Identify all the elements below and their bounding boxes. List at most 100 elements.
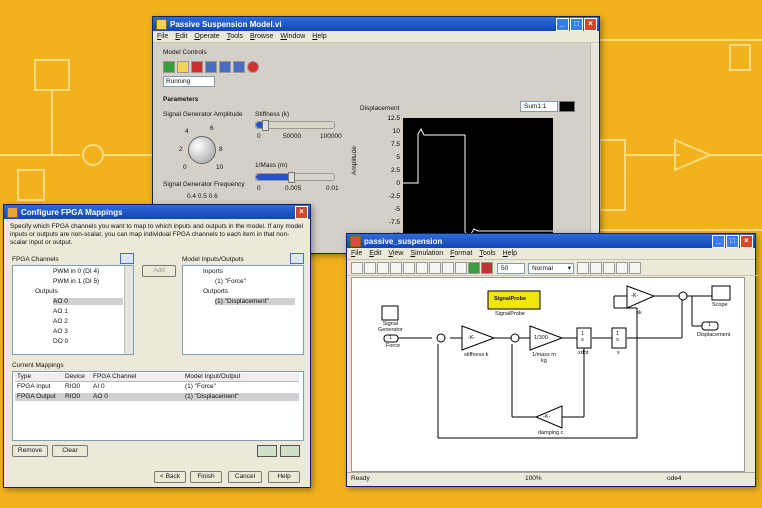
clear-button[interactable]: Clear [52, 445, 88, 457]
channels-view-icon[interactable] [120, 253, 134, 264]
mappings-table[interactable]: Type Device FPGA Channel Model Input/Out… [12, 371, 304, 441]
close-icon[interactable]: × [584, 17, 597, 31]
add-button[interactable]: Add [142, 265, 176, 277]
stiffness-thumb[interactable] [262, 120, 270, 131]
paste-icon[interactable] [429, 262, 441, 274]
model-io-tree[interactable]: Inports (1) "Force" Outports (1) "Displa… [182, 265, 304, 355]
print-icon[interactable] [390, 262, 402, 274]
remove-button[interactable]: Remove [12, 445, 48, 457]
displacement-label: Displacement [360, 105, 400, 112]
channel-item[interactable]: PWM in 1 (DI 5) [53, 278, 99, 285]
amplitude-knob[interactable] [188, 136, 216, 164]
config-icon[interactable] [205, 61, 217, 73]
knob-tick-2: 2 [179, 146, 183, 153]
table-row[interactable]: FPGA Input RIO0 AI 0 (1) "Force" [15, 383, 299, 391]
debug-icon[interactable] [629, 262, 641, 274]
model-io-inports[interactable]: Inports [203, 268, 223, 275]
channel-item[interactable]: AO 3 [53, 328, 68, 335]
stop-icon[interactable] [191, 61, 203, 73]
stiffness-slider[interactable] [255, 120, 335, 131]
vi-icon [156, 18, 167, 30]
build-icon[interactable] [577, 262, 589, 274]
model-io-item[interactable]: (1) "Force" [215, 278, 246, 285]
mass-slider[interactable] [255, 172, 335, 183]
close-icon[interactable]: × [740, 234, 753, 248]
menu-edit[interactable]: Edit [369, 250, 381, 257]
finish-button[interactable]: Finish [190, 471, 222, 483]
menu-tools[interactable]: Tools [479, 250, 495, 257]
menu-file[interactable]: File [351, 250, 362, 257]
probe-label: SignalProbe [495, 311, 525, 317]
pause-icon[interactable] [177, 61, 189, 73]
maximize-icon[interactable]: □ [726, 234, 739, 248]
graph-y-tick: 2.5 [391, 167, 400, 174]
abort-icon[interactable] [247, 61, 259, 73]
simulink-titlebar[interactable]: passive_suspension _ □ × [347, 234, 755, 248]
minimize-icon[interactable]: _ [556, 17, 569, 31]
stiffness-tick-mid: 50000 [283, 133, 302, 140]
import-icon[interactable] [257, 445, 277, 457]
menu-help[interactable]: Help [312, 33, 326, 40]
x-integrator-text: 1 s [616, 331, 620, 343]
minimize-icon[interactable]: _ [712, 234, 725, 248]
tools-icon[interactable] [233, 61, 245, 73]
new-icon[interactable] [351, 262, 363, 274]
mass-thumb[interactable] [288, 172, 296, 183]
plot-legend-line-icon[interactable] [559, 101, 575, 112]
channel-group-outputs[interactable]: Outputs [35, 288, 58, 295]
redo-icon[interactable] [455, 262, 467, 274]
menu-edit[interactable]: Edit [175, 33, 187, 40]
help-button[interactable]: Help [268, 471, 300, 483]
stiffness-tick-0: 0 [257, 133, 261, 140]
labview-titlebar[interactable]: Passive Suspension Model.vi _ □ × [153, 17, 599, 31]
menu-window[interactable]: Window [280, 33, 305, 40]
model-canvas[interactable]: Signal Generator Force 1 SignalProbe Sig… [351, 277, 745, 472]
save-icon[interactable] [377, 262, 389, 274]
copy-icon[interactable] [416, 262, 428, 274]
menu-simulation[interactable]: Simulation [410, 250, 443, 257]
cancel-button[interactable]: Cancel [228, 471, 262, 483]
menu-browse[interactable]: Browse [250, 33, 273, 40]
channel-item[interactable]: PWM in 0 (DI 4) [53, 268, 99, 275]
mapping-icon[interactable] [219, 61, 231, 73]
menu-operate[interactable]: Operate [194, 33, 219, 40]
library-icon[interactable] [603, 262, 615, 274]
run-icon[interactable] [163, 61, 175, 73]
cut-icon[interactable] [403, 262, 415, 274]
stiffness-label: stiffness k [464, 352, 489, 358]
x-label: x [617, 350, 620, 356]
table-row-selected[interactable]: FPGA Output RIO0 AO 0 (1) "Displacement" [15, 393, 299, 401]
channel-item[interactable]: AO 1 [53, 308, 68, 315]
channel-item[interactable]: AO 2 [53, 318, 68, 325]
menu-tools[interactable]: Tools [227, 33, 243, 40]
stop-time-input[interactable]: 50 [497, 262, 525, 274]
menu-view[interactable]: View [388, 250, 403, 257]
menu-file[interactable]: File [157, 33, 168, 40]
start-icon[interactable] [468, 262, 480, 274]
maximize-icon[interactable]: □ [570, 17, 583, 31]
fpga-channels-tree[interactable]: PWM in 0 (DI 4) PWM in 1 (DI 5) Outputs … [12, 265, 134, 355]
model-io-item-selected[interactable]: (1) "Displacement" [215, 298, 295, 305]
update-icon[interactable] [590, 262, 602, 274]
displacement-label: Displacement [697, 332, 731, 338]
menu-format[interactable]: Format [450, 250, 472, 257]
close-icon[interactable]: × [295, 205, 308, 219]
open-icon[interactable] [364, 262, 376, 274]
explorer-icon[interactable] [616, 262, 628, 274]
menu-help[interactable]: Help [503, 250, 517, 257]
model-io-outports[interactable]: Outports [203, 288, 228, 295]
undo-icon[interactable] [442, 262, 454, 274]
channels-scrollbar[interactable] [124, 266, 133, 354]
back-button[interactable]: < Back [154, 471, 186, 483]
channel-item-selected[interactable]: AO 0 [53, 298, 123, 305]
plot-legend[interactable]: Sum1:1 [520, 101, 558, 112]
frequency-ticks: 0.4 0.5 0.6 [187, 193, 218, 200]
fpga-titlebar[interactable]: Configure FPGA Mappings × [4, 205, 310, 219]
stop-icon[interactable] [481, 262, 493, 274]
model-io-view-icon[interactable] [290, 253, 304, 264]
labview-scrollbar[interactable] [590, 43, 599, 253]
export-icon[interactable] [280, 445, 300, 457]
status-display: Running [163, 76, 215, 87]
channel-item[interactable]: DO 0 [53, 338, 68, 345]
sim-mode-select[interactable]: Normal ▾ [528, 262, 574, 274]
